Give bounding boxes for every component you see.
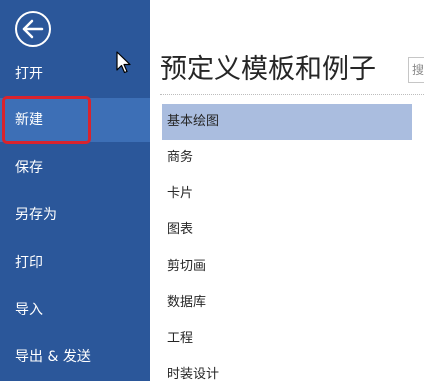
title-divider <box>160 94 424 95</box>
page-title: 预定义模板和例子 <box>160 54 376 85</box>
menu-item-export-send[interactable]: 导出 & 发送 <box>0 335 150 379</box>
menu-item-open[interactable]: 打开 <box>0 52 150 96</box>
category-item-basic-drawing[interactable]: 基本绘图 <box>162 104 412 140</box>
menu-item-print[interactable]: 打印 <box>0 241 150 285</box>
category-item-fashion-design[interactable]: 时装设计 <box>162 357 412 381</box>
category-item-charts[interactable]: 图表 <box>162 212 412 248</box>
main-panel: 预定义模板和例子 搜 基本绘图 商务 卡片 图表 剪切画 数据库 工程 时装设计 <box>150 0 424 381</box>
category-item-business[interactable]: 商务 <box>162 140 412 176</box>
category-item-clipart[interactable]: 剪切画 <box>162 249 412 285</box>
backstage-sidebar: 打开 新建 保存 另存为 打印 导入 导出 & 发送 <box>0 0 150 381</box>
category-item-database[interactable]: 数据库 <box>162 285 412 321</box>
menu-item-new[interactable]: 新建 <box>0 98 150 142</box>
back-button[interactable] <box>13 9 53 49</box>
menu-item-import[interactable]: 导入 <box>0 288 150 332</box>
menu-item-save-as[interactable]: 另存为 <box>0 193 150 237</box>
backstage-window: 打开 新建 保存 另存为 打印 导入 导出 & 发送 预定义模板和例子 搜 基本… <box>0 0 424 381</box>
back-arrow-icon <box>15 11 51 47</box>
search-input[interactable]: 搜 <box>408 57 424 83</box>
menu-item-save[interactable]: 保存 <box>0 146 150 190</box>
category-item-engineering[interactable]: 工程 <box>162 321 412 357</box>
category-item-cards[interactable]: 卡片 <box>162 176 412 212</box>
